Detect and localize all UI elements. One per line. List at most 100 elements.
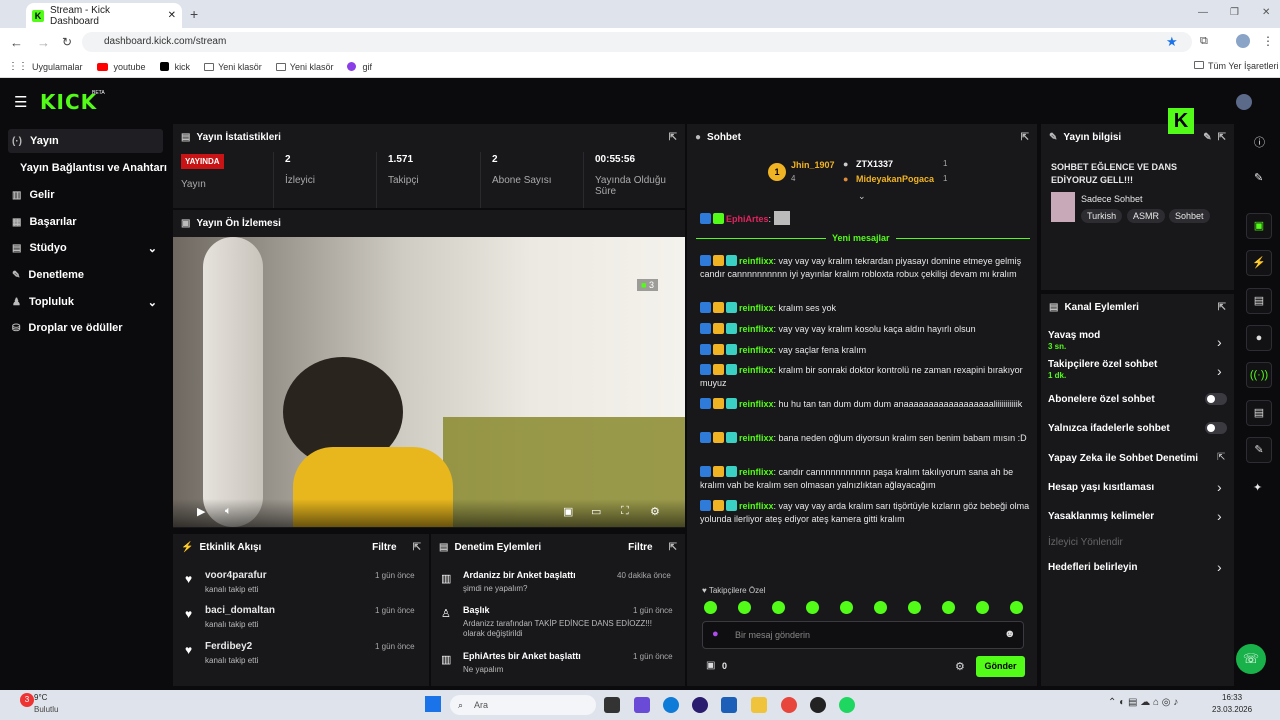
ai-moderation-row[interactable]: Yapay Zeka ile Sohbet Denetimi: [1048, 453, 1228, 464]
windows-start-icon[interactable]: [425, 696, 441, 712]
sidebar-item-drops[interactable]: ⛁ Droplar ve ödüller: [8, 316, 163, 340]
chat-username[interactable]: reinflixx: [739, 501, 774, 511]
slow-mode-row[interactable]: Yavaş mod 3 sn.: [1048, 330, 1228, 352]
emote-icon[interactable]: [976, 601, 989, 614]
fullscreen-icon[interactable]: ⛶: [621, 505, 629, 518]
popout-icon[interactable]: ⇱: [1021, 132, 1029, 143]
hamburger-menu-icon[interactable]: ☰: [14, 93, 27, 111]
chat-username[interactable]: reinflixx: [739, 467, 774, 477]
emote-icon[interactable]: [908, 601, 921, 614]
video-preview[interactable]: ■ 3 ▶ 🔈︎ ▣ ▭ ⛶ ⚙: [173, 237, 685, 527]
volume-icon[interactable]: 🔈︎: [225, 505, 232, 518]
info-icon[interactable]: ⓘ: [1254, 134, 1265, 150]
plugins-icon[interactable]: ✦: [1253, 481, 1262, 494]
bookmark-kick[interactable]: kick: [159, 62, 190, 72]
chat-username[interactable]: reinflixx: [739, 324, 774, 334]
chat-username[interactable]: reinflixx: [739, 256, 774, 266]
chat-settings-icon[interactable]: ⚙: [955, 660, 965, 673]
external-link-icon[interactable]: ⇱: [1217, 452, 1225, 463]
all-bookmarks[interactable]: Tüm Yer İşaretleri: [1194, 61, 1279, 71]
theater-icon[interactable]: ▭: [591, 505, 601, 518]
popout-icon[interactable]: ⇱: [669, 132, 677, 143]
tray-icons[interactable]: ⌃ ◐ ▤ ☁ ⌂ ◎ ♪: [1108, 697, 1178, 708]
bookmark-folder-1[interactable]: Yeni klasör: [204, 62, 262, 72]
new-tab-icon[interactable]: +: [190, 6, 198, 22]
maximize-icon[interactable]: ❐: [1230, 7, 1239, 18]
goals-row[interactable]: Hedefleri belirleyin: [1048, 562, 1228, 573]
sidebar-item-moderation[interactable]: ✎ Denetleme: [8, 263, 163, 287]
emote-only-toggle[interactable]: [1205, 422, 1227, 434]
browser-tab[interactable]: K Stream - Kick Dashboard ✕: [26, 3, 182, 28]
rail-chat-button[interactable]: ●: [1246, 325, 1272, 351]
leader-name[interactable]: Jhin_1907: [791, 160, 835, 170]
app-icon[interactable]: [634, 697, 650, 713]
chevron-right-icon[interactable]: ›: [1217, 334, 1222, 350]
chat-username[interactable]: reinflixx: [739, 399, 774, 409]
emoji-icon[interactable]: ☻: [1004, 628, 1016, 640]
bookmark-youtube[interactable]: youtube: [96, 62, 146, 72]
rail-broadcast-button[interactable]: ((·)): [1246, 362, 1272, 388]
settings-icon[interactable]: ⚙: [650, 505, 660, 518]
app-icon[interactable]: [810, 697, 826, 713]
minimize-icon[interactable]: —: [1198, 7, 1208, 18]
account-age-row[interactable]: Hesap yaşı kısıtlaması: [1048, 482, 1228, 493]
browser-menu-icon[interactable]: ⋮: [1262, 34, 1274, 48]
popout-icon[interactable]: ⇱: [669, 542, 677, 553]
leader-name[interactable]: ZTX1337: [856, 159, 893, 169]
sidebar-item-studio[interactable]: ▤ Stüdyo ⌄: [8, 236, 163, 260]
edit-icon[interactable]: ✎: [1203, 132, 1211, 143]
emote-icon[interactable]: [738, 601, 751, 614]
popout-icon[interactable]: ⇱: [413, 542, 421, 553]
task-view-icon[interactable]: [604, 697, 620, 713]
close-icon[interactable]: ✕: [168, 10, 176, 21]
chat-username[interactable]: reinflixx: [739, 345, 774, 355]
emote-icon[interactable]: [942, 601, 955, 614]
play-icon[interactable]: ▶: [197, 505, 205, 518]
rail-tools-button[interactable]: ✎: [1246, 437, 1272, 463]
sidebar-item-stream-key[interactable]: Yayın Bağlantısı ve Anahtarı: [16, 156, 171, 180]
spotify-icon[interactable]: [839, 697, 855, 713]
banned-words-row[interactable]: Yasaklanmış kelimeler: [1048, 511, 1228, 522]
chat-username[interactable]: reinflixx: [739, 433, 774, 443]
bookmark-gif[interactable]: gif: [347, 62, 372, 72]
chevron-right-icon[interactable]: ›: [1217, 508, 1222, 524]
filter-button[interactable]: Filtre: [628, 542, 652, 553]
send-button[interactable]: Gönder: [976, 656, 1025, 677]
app-icon[interactable]: [692, 697, 708, 713]
emote-icon[interactable]: [806, 601, 819, 614]
store-icon[interactable]: [721, 697, 737, 713]
sidebar-item-community[interactable]: ♟ Topluluk ⌄: [8, 290, 163, 314]
pip-icon[interactable]: ▣: [563, 505, 573, 518]
popout-icon[interactable]: ⇱: [1218, 132, 1226, 143]
chrome-icon[interactable]: [781, 697, 797, 713]
rail-stats-button[interactable]: ▣: [1246, 213, 1272, 239]
emote-icon[interactable]: [1010, 601, 1023, 614]
chat-username[interactable]: reinflixx: [739, 303, 774, 313]
bookmark-folder-2[interactable]: Yeni klasör: [275, 62, 333, 72]
popout-icon[interactable]: ⇱: [1218, 302, 1226, 313]
user-avatar[interactable]: [1236, 94, 1252, 110]
back-icon[interactable]: ←: [10, 35, 23, 50]
chevron-right-icon[interactable]: ›: [1217, 363, 1222, 379]
profile-avatar[interactable]: [1236, 34, 1250, 48]
subscribers-only-toggle[interactable]: [1205, 393, 1227, 405]
emote-icon[interactable]: [704, 601, 717, 614]
chevron-right-icon[interactable]: ›: [1217, 559, 1222, 575]
kick-logo[interactable]: KICK: [40, 90, 97, 114]
bookmark-star-icon[interactable]: ★: [1166, 34, 1178, 50]
emote-icon[interactable]: [874, 601, 887, 614]
help-button[interactable]: ☏: [1236, 644, 1266, 674]
sidebar-item-stream[interactable]: (·) Yayın: [8, 129, 163, 153]
leader-name[interactable]: MideyakanPogaca: [856, 174, 934, 184]
taskbar-search[interactable]: ⌕ Ara: [450, 695, 596, 715]
rail-moderation-button[interactable]: ▤: [1246, 400, 1272, 426]
bookmark-apps[interactable]: ⋮⋮ Uygulamalar: [8, 61, 83, 72]
extensions-icon[interactable]: ⧉: [1200, 35, 1208, 48]
category-name[interactable]: Sadece Sohbet: [1081, 194, 1143, 204]
rail-list-button[interactable]: ▤: [1246, 288, 1272, 314]
tag-chip[interactable]: ASMR: [1127, 209, 1166, 223]
rail-activity-button[interactable]: ⚡: [1246, 250, 1272, 276]
explorer-icon[interactable]: [751, 697, 767, 713]
emote-icon[interactable]: [840, 601, 853, 614]
tag-chip[interactable]: Turkish: [1081, 209, 1123, 223]
